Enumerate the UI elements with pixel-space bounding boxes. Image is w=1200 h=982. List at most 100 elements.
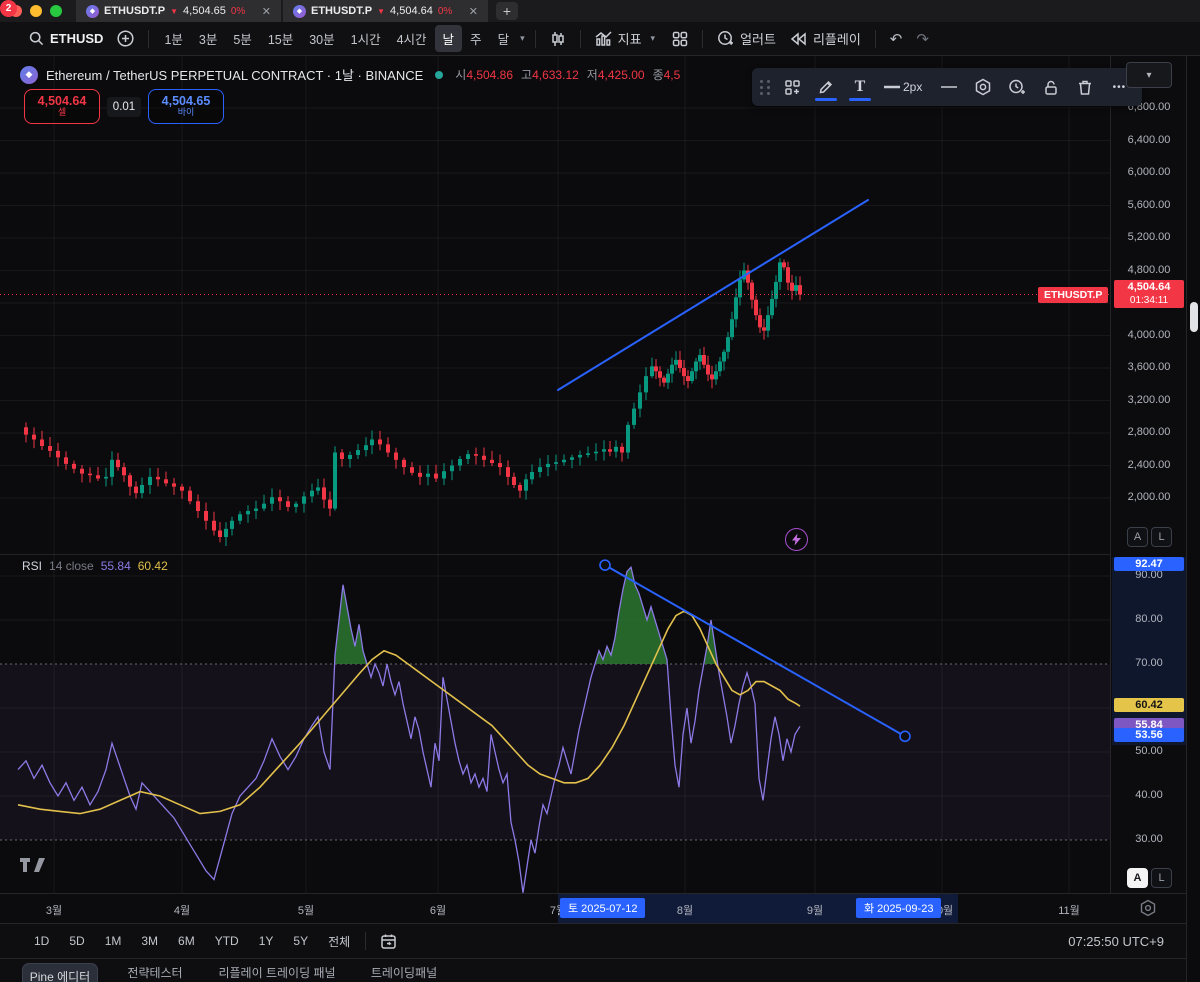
- timeframe-날[interactable]: 날: [434, 25, 463, 52]
- ohlc-close: 종4,5: [652, 68, 681, 82]
- rsi-legend[interactable]: RSI 14 close 55.84 60.42: [22, 559, 168, 573]
- tab-trading-panel[interactable]: 트레이딩패널: [371, 964, 437, 981]
- go-to-date-button[interactable]: [373, 929, 404, 954]
- delete-button[interactable]: [1070, 70, 1100, 104]
- indicators-button[interactable]: 지표 ▾: [588, 25, 665, 52]
- buy-button[interactable]: 4,504.65 바이: [148, 89, 224, 124]
- tab-pine-editor[interactable]: Pine 에디터: [22, 963, 98, 982]
- timeframe-1시간[interactable]: 1시간: [343, 25, 389, 52]
- close-tab-icon[interactable]: ✕: [262, 5, 271, 18]
- line-width-button[interactable]: 2px: [879, 70, 930, 104]
- compare-add-button[interactable]: [110, 26, 141, 51]
- rsi-name: RSI: [22, 559, 43, 573]
- redo-arrow-icon: ↷: [916, 30, 929, 48]
- rsi-log-scale-button[interactable]: L: [1151, 868, 1172, 888]
- chart-style-button[interactable]: [543, 27, 573, 51]
- timeframe-15분[interactable]: 15분: [260, 25, 301, 52]
- month-label: 5월: [297, 905, 315, 917]
- timeframe-4시간[interactable]: 4시간: [389, 25, 435, 52]
- sell-button[interactable]: 4,504.64 셀: [24, 89, 100, 124]
- minimize-window-icon[interactable]: [30, 5, 42, 17]
- drawing-floating-toolbar: T 2px •••: [752, 68, 1143, 106]
- range-1M[interactable]: 1M: [97, 930, 130, 952]
- chevron-down-icon: ▾: [1146, 69, 1152, 81]
- price-tick: 3,600.00: [1127, 361, 1171, 373]
- tab-change: 0%: [230, 5, 246, 17]
- timeframe-1분[interactable]: 1분: [156, 25, 190, 52]
- range-5Y[interactable]: 5Y: [285, 930, 316, 952]
- auto-scale-button[interactable]: A: [1127, 527, 1148, 547]
- redo-button[interactable]: ↷: [909, 26, 936, 52]
- price-tick: 6,000.00: [1127, 166, 1171, 178]
- clock-utc[interactable]: 07:25:50 UTC+9: [1068, 934, 1164, 949]
- timeframe-chevron-down-icon[interactable]: ▾: [517, 33, 528, 44]
- timeframe-3분[interactable]: 3분: [191, 25, 225, 52]
- range-전체[interactable]: 전체: [320, 929, 358, 954]
- price-axis[interactable]: 6,800.00 6,400.00 6,000.00 5,600.00 5,200.00…: [1110, 56, 1187, 893]
- quantity-field[interactable]: 0.01: [107, 96, 141, 117]
- range-1Y[interactable]: 1Y: [251, 930, 282, 952]
- bar-close-countdown: 01:34:11: [1129, 294, 1169, 306]
- range-start-date-tag: 토 2025-07-12: [560, 898, 646, 918]
- lock-button[interactable]: [1036, 70, 1066, 104]
- browser-tab-1[interactable]: ◆ ETHUSDT.P ▼ 4,504.65 0% ✕: [76, 0, 281, 22]
- add-alert-button[interactable]: [1002, 70, 1032, 104]
- edge-resize-handle[interactable]: [1190, 302, 1198, 332]
- alert-button[interactable]: 얼러트: [710, 25, 783, 52]
- layout-button[interactable]: [665, 27, 695, 51]
- indicators-label: 지표: [617, 32, 642, 47]
- market-open-dot: [435, 70, 444, 79]
- chart-area[interactable]: ◆ Ethereum / TetherUS PERPETUAL CONTRACT…: [0, 56, 1200, 893]
- range-YTD[interactable]: YTD: [207, 930, 247, 952]
- range-1D[interactable]: 1D: [26, 930, 57, 952]
- price-and-rsi-plot[interactable]: [0, 56, 1110, 893]
- window-tab-strip: ◆ ETHUSDT.P ▼ 4,504.65 0% ✕ ◆ ETHUSDT.P …: [0, 0, 1200, 22]
- replay-label: 리플레이: [812, 32, 861, 47]
- pane-collapse-button[interactable]: ▾: [1126, 62, 1172, 88]
- symbol-search-button[interactable]: ETHUSD: [22, 27, 110, 50]
- symbol-title[interactable]: Ethereum / TetherUS PERPETUAL CONTRACT ·…: [46, 65, 423, 84]
- draw-tool-button[interactable]: [811, 70, 841, 104]
- symbol-search-text: ETHUSD: [50, 31, 104, 46]
- close-tab-icon[interactable]: ✕: [469, 5, 478, 18]
- range-3M[interactable]: 3M: [133, 930, 166, 952]
- text-tool-icon: T: [854, 78, 866, 95]
- tab-strategy-tester[interactable]: 전략테스터: [127, 964, 182, 981]
- rsi-tick: 50.00: [1135, 745, 1163, 757]
- tab-price: 4,504.64: [390, 5, 433, 17]
- drag-handle[interactable]: [760, 79, 771, 95]
- more-dots-icon: •••: [1112, 81, 1127, 93]
- rsi-tick: 80.00: [1135, 613, 1163, 625]
- time-axis[interactable]: 3월 4월 5월 6월 7월 8월 9월 10월 11월 토 2025-07-12 화 2025-…: [0, 893, 1186, 924]
- toolbar-divider: [148, 29, 150, 48]
- range-6M[interactable]: 6M: [170, 930, 203, 952]
- undo-button[interactable]: ↶: [883, 26, 910, 52]
- plus-circle-icon: [117, 30, 135, 47]
- text-tool-button[interactable]: T: [845, 70, 875, 104]
- log-scale-button[interactable]: L: [1151, 527, 1172, 547]
- price-tick: 2,400.00: [1127, 458, 1171, 471]
- timeframe-달[interactable]: 달: [490, 25, 518, 52]
- time-axis-settings-button[interactable]: [1139, 899, 1157, 922]
- settings-button[interactable]: [968, 70, 998, 104]
- replay-button[interactable]: 리플레이: [783, 25, 868, 52]
- tradingview-logo[interactable]: [20, 858, 46, 879]
- timeframe-주[interactable]: 주: [462, 25, 490, 52]
- symbol-legend: ◆ Ethereum / TetherUS PERPETUAL CONTRACT…: [20, 65, 680, 84]
- gear-hexagon-icon: [1140, 899, 1156, 917]
- toolbar-divider: [365, 932, 367, 950]
- timeframe-30분[interactable]: 30분: [301, 25, 342, 52]
- line-style-button[interactable]: [934, 70, 964, 104]
- object-tree-button[interactable]: [777, 70, 807, 104]
- down-arrow-icon: ▼: [170, 6, 179, 16]
- new-tab-button[interactable]: +: [496, 2, 518, 20]
- tab-replay-trading-panel[interactable]: 리플레이 트레이딩 패널: [218, 964, 335, 981]
- rsi-tick: 40.00: [1135, 789, 1163, 801]
- rsi-auto-scale-button[interactable]: A: [1127, 868, 1148, 888]
- trade-panel: 4,504.64 셀 0.01 4,504.65 바이: [24, 89, 224, 124]
- timeframe-5분[interactable]: 5분: [225, 25, 259, 52]
- quick-trade-button[interactable]: [785, 528, 808, 551]
- range-5D[interactable]: 5D: [61, 930, 92, 952]
- browser-tab-2[interactable]: ◆ ETHUSDT.P ▼ 4,504.64 0% ✕: [283, 0, 488, 22]
- zoom-window-icon[interactable]: [50, 5, 62, 17]
